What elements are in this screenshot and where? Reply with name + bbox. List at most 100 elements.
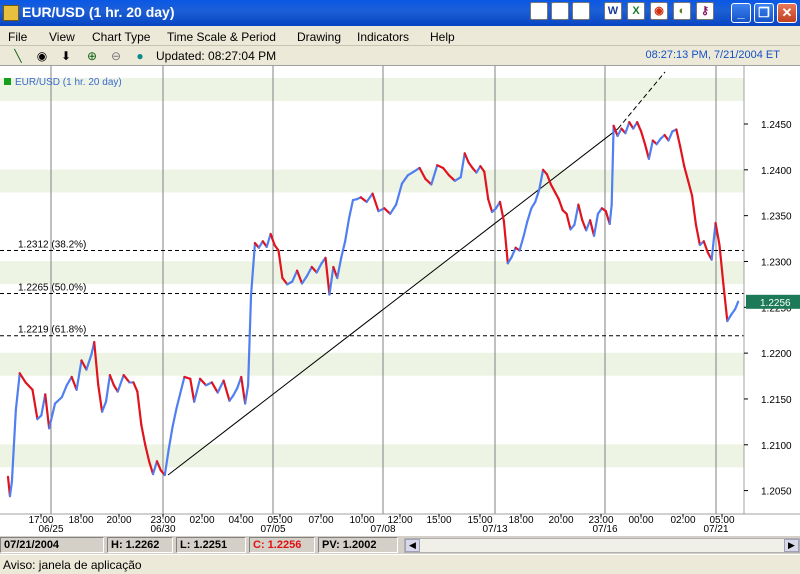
status-message: Aviso: janela de aplicação [3, 558, 142, 572]
minimize-button[interactable]: _ [731, 3, 751, 23]
status-pv: PV: 1.2002 [318, 537, 398, 553]
band [0, 352, 744, 376]
status-close: C: 1.2256 [249, 537, 315, 553]
x-date-label: 07/05 [260, 524, 285, 535]
price-segment [639, 130, 647, 146]
menu-indicators[interactable]: Indicators [357, 30, 409, 44]
price-segment [198, 377, 208, 387]
price-segment [232, 386, 239, 397]
price-segment [592, 212, 600, 237]
x-axis-labels: 17:00 18:00 20:00 23:00 02:00 04:00 05:00 07:00… [28, 514, 735, 535]
price-segment [463, 152, 470, 164]
app-icon [3, 5, 19, 21]
price-segment [389, 203, 398, 215]
horizontal-scrollbar[interactable]: ◀ ▶ [404, 538, 800, 553]
price-segment [48, 402, 57, 430]
key-icon[interactable]: ⚷ [696, 2, 714, 20]
menu-file[interactable]: File [8, 30, 27, 44]
price-segment [222, 379, 231, 402]
app-icon-red[interactable]: ◉ [650, 2, 668, 20]
excel-icon[interactable]: X [627, 2, 645, 20]
price-segment [624, 121, 631, 135]
menu-time-scale[interactable]: Time Scale & Period [167, 30, 276, 44]
price-segment [526, 207, 533, 223]
price-segment [675, 128, 682, 149]
zoom-in-icon[interactable]: ⊕ [84, 48, 100, 64]
price-segment [522, 220, 529, 238]
price-segment [60, 384, 68, 399]
price-segment [647, 139, 654, 160]
arrow-down-icon[interactable]: ⬇ [58, 48, 74, 64]
last-price-label: 1.2256 [760, 298, 791, 309]
price-segment [244, 384, 250, 405]
menu-view[interactable]: View [49, 30, 75, 44]
scroll-left-button[interactable]: ◀ [405, 539, 420, 552]
window-title: EUR/USD (1 hr. 20 day) [22, 4, 175, 20]
maximize-button[interactable]: ❐ [754, 3, 774, 23]
menu-chart-type[interactable]: Chart Type [92, 30, 150, 44]
y-tick-label: 1.2350 [761, 212, 792, 223]
price-segment [365, 192, 374, 204]
scroll-right-button[interactable]: ▶ [784, 539, 799, 552]
price-segment [557, 198, 564, 212]
close-button[interactable]: ✕ [777, 3, 797, 23]
taskbar-app-icon[interactable]: ◪ [572, 2, 590, 20]
price-segment [518, 235, 525, 252]
price-segment [608, 203, 613, 225]
price-segment [734, 300, 740, 311]
price-segment [179, 375, 186, 394]
price-segment [193, 377, 202, 403]
price-segment [8, 480, 14, 498]
zoom-out-icon[interactable]: ⊖ [108, 48, 124, 64]
y-axis-labels: 1.24501.24001.23501.23001.22501.22001.21… [744, 120, 800, 498]
fib-label: 1.2219 (61.8%) [18, 325, 86, 336]
price-segment [265, 232, 272, 248]
y-tick-label: 1.2400 [761, 166, 792, 177]
price-segment [667, 130, 674, 142]
menu-drawing[interactable]: Drawing [297, 30, 341, 44]
refresh-icon[interactable]: ● [132, 48, 148, 64]
price-segment [44, 393, 51, 430]
fibonacci-levels: 1.2312 (38.2%) 1.2265 (50.0%) 1.2219 (61.8… [0, 239, 744, 337]
taskbar-app-icon[interactable]: ▦ [530, 2, 548, 20]
price-segment [24, 381, 34, 391]
price-segment [14, 372, 21, 412]
word-icon[interactable]: W [604, 2, 622, 20]
price-segment [240, 375, 247, 405]
status-low: L: 1.2251 [176, 537, 246, 553]
price-segment [136, 390, 143, 426]
price-segment [702, 240, 709, 254]
price-chart[interactable]: 1.2312 (38.2%) 1.2265 (50.0%) 1.2219 (61.8… [0, 66, 800, 559]
y-tick-label: 1.2050 [761, 487, 792, 498]
status-high: H: 1.2262 [107, 537, 173, 553]
line-draw-icon[interactable]: ╲ [10, 48, 26, 64]
price-segment [132, 381, 139, 393]
x-date-label: 07/21 [703, 524, 728, 535]
y-tick-label: 1.2150 [761, 395, 792, 406]
x-date-label: 06/30 [150, 524, 175, 535]
price-segment [610, 124, 615, 206]
price-segment [53, 396, 64, 405]
price-segment [371, 192, 380, 213]
background-bands [0, 78, 744, 559]
x-date-label: 07/13 [482, 524, 507, 535]
fib-label: 1.2265 (50.0%) [18, 283, 86, 294]
price-segment [175, 391, 182, 410]
price-segment [553, 190, 560, 201]
menu-help[interactable]: Help [430, 30, 455, 44]
price-segment [636, 121, 643, 133]
app-icon-green[interactable]: ◐ [673, 2, 691, 20]
price-segment [140, 423, 147, 446]
taskbar-app-icon[interactable]: ◫ [551, 2, 569, 20]
price-segment [100, 400, 108, 413]
price-segment [690, 194, 698, 226]
price-segment [340, 240, 347, 259]
price-segment [616, 127, 623, 138]
updated-time: Updated: 08:27:04 PM [156, 49, 277, 63]
price-segment [65, 375, 73, 387]
price-segment [189, 377, 196, 403]
price-segment [502, 220, 509, 265]
price-segment [347, 198, 355, 220]
price-segment [344, 217, 351, 243]
target-icon[interactable]: ◉ [34, 48, 50, 64]
